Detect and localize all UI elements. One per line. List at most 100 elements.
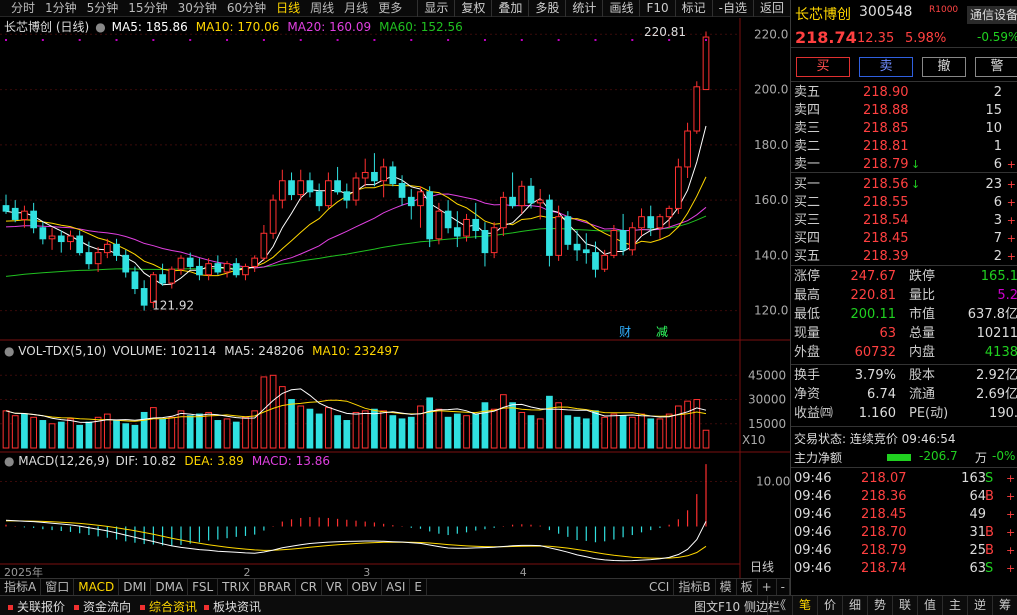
- period-tab[interactable]: 月线: [339, 1, 373, 16]
- indicator-tab[interactable]: OBV: [348, 579, 383, 595]
- order-book-row[interactable]: 卖五 218.90 2: [791, 84, 1017, 101]
- indicator-tab[interactable]: DMA: [151, 579, 189, 595]
- volume-bar: [463, 415, 470, 449]
- order-book-row[interactable]: 卖二 218.81 1: [791, 138, 1017, 155]
- indicator-tab[interactable]: TRIX: [218, 579, 255, 595]
- candle[interactable]: [269, 194, 277, 239]
- period-tab[interactable]: 周线: [305, 1, 339, 16]
- tab-related-quote[interactable]: 关联报价: [8, 598, 65, 615]
- candle[interactable]: [693, 81, 701, 134]
- order-book-row[interactable]: 买一 218.56 ↓ 23 +: [791, 176, 1017, 193]
- toolbar-button[interactable]: -自选: [711, 0, 753, 17]
- indicator-tab[interactable]: 指标B: [674, 579, 716, 595]
- indicator-tab[interactable]: CR: [296, 579, 322, 595]
- indicator-tab[interactable]: CCI: [645, 579, 675, 595]
- kline-chart[interactable]: 220.0 200.0 180.0 160.0 140.0 120.0 长芯博创 (日线) ●…: [0, 18, 790, 578]
- toolbar-button[interactable]: 叠加: [491, 0, 528, 17]
- quote-tab[interactable]: 势: [867, 596, 892, 615]
- volume-bar: [490, 408, 498, 449]
- period-tab[interactable]: 1分钟: [40, 1, 82, 16]
- volume-bar: [435, 408, 443, 449]
- volume-bar: [472, 413, 480, 449]
- period-tab[interactable]: 30分钟: [173, 1, 222, 16]
- indicator-tab[interactable]: MACD: [74, 579, 120, 595]
- level-label: 买四: [794, 231, 821, 246]
- toolbar-button[interactable]: 复权: [454, 0, 491, 17]
- stat-key: 收益㈣: [794, 406, 834, 421]
- period-tab[interactable]: 5分钟: [82, 1, 124, 16]
- alert-button[interactable]: 警: [975, 57, 1017, 77]
- date-label: 2: [243, 566, 250, 578]
- indicator-tab[interactable]: FSL: [188, 579, 219, 595]
- toolbar-button[interactable]: F10: [639, 0, 674, 17]
- tick-side: B: [985, 525, 994, 540]
- tick-price: 218.70: [861, 525, 907, 540]
- toolbar-button[interactable]: 画线: [602, 0, 639, 17]
- indicator-tab[interactable]: 指标A: [0, 579, 42, 595]
- quote-tab[interactable]: 主: [942, 596, 967, 615]
- indicator-tab[interactable]: -: [777, 579, 790, 595]
- order-book-row[interactable]: 卖四 218.88 15: [791, 102, 1017, 119]
- candle[interactable]: [546, 194, 553, 267]
- indicator-tab[interactable]: ASI: [382, 579, 411, 595]
- toolbar-button[interactable]: 统计: [565, 0, 602, 17]
- quote-tab[interactable]: 逆: [967, 596, 992, 615]
- candle[interactable]: [675, 158, 682, 214]
- level-price: 218.88: [863, 103, 909, 118]
- tab-capital-flow[interactable]: 资金流向: [74, 598, 131, 615]
- cancel-order-button[interactable]: 撤: [922, 57, 966, 77]
- period-tab[interactable]: 15分钟: [123, 1, 172, 16]
- tick-row: 09:46 218.74 63 S +: [791, 560, 1017, 578]
- stat-key: 股本: [909, 368, 936, 383]
- toolbar-button[interactable]: 多股: [528, 0, 565, 17]
- quote-tab[interactable]: 筹: [992, 596, 1017, 615]
- period-tab[interactable]: 更多: [373, 1, 407, 16]
- period-tab[interactable]: 60分钟: [222, 1, 271, 16]
- indicator-tab[interactable]: +: [758, 579, 777, 595]
- sell-button[interactable]: 卖: [859, 57, 913, 77]
- indicator-tab[interactable]: 窗口: [41, 579, 75, 595]
- quote-header: 长芯博创 300548 R1000 通信设备 -0.59% 218.74 12.…: [791, 0, 1017, 48]
- indicator-tab[interactable]: 模: [716, 579, 737, 595]
- candle[interactable]: [564, 211, 572, 250]
- quote-tab[interactable]: 价: [817, 596, 842, 615]
- event-dot: [631, 39, 634, 41]
- period-tab[interactable]: 分时: [6, 1, 40, 16]
- quote-tab[interactable]: 笔: [792, 596, 817, 615]
- indicator-tab[interactable]: DMI: [119, 579, 152, 595]
- sector-badge[interactable]: 通信设备: [967, 6, 1017, 24]
- toolbar-button[interactable]: 显示: [417, 0, 454, 17]
- quote-tab[interactable]: 《: [767, 596, 792, 615]
- candle[interactable]: [426, 186, 434, 248]
- quote-tab[interactable]: 细: [842, 596, 867, 615]
- order-book-row[interactable]: 买五 218.39 2 +: [791, 248, 1017, 265]
- buy-button[interactable]: 买: [796, 57, 850, 77]
- plus-icon: +: [1006, 544, 1016, 557]
- indicator-tab[interactable]: 板: [737, 579, 758, 595]
- volume-bar: [113, 420, 120, 449]
- quote-tab[interactable]: 值: [917, 596, 942, 615]
- candle[interactable]: [490, 222, 498, 259]
- indicator-tab[interactable]: E: [410, 579, 428, 595]
- order-book-row[interactable]: 卖三 218.85 10: [791, 120, 1017, 137]
- indicator-tab[interactable]: VR: [322, 579, 348, 595]
- tab-sector-news[interactable]: 板块资讯: [204, 598, 261, 615]
- period-tab[interactable]: 日线: [271, 1, 305, 16]
- reduction-marker[interactable]: 减: [656, 325, 668, 339]
- order-book-row[interactable]: 买二 218.55 6 +: [791, 194, 1017, 211]
- order-book-row[interactable]: 买三 218.54 3 +: [791, 212, 1017, 229]
- level-price: 218.90: [863, 85, 909, 100]
- volume-bar: [150, 407, 157, 449]
- volume-unit: X10: [742, 433, 766, 447]
- event-dot: [594, 39, 597, 41]
- order-book-row[interactable]: 卖一 218.79 ↓ 6 +: [791, 156, 1017, 173]
- quote-tab[interactable]: 联: [892, 596, 917, 615]
- toolbar-button[interactable]: 返回: [752, 0, 790, 17]
- toolbar-button[interactable]: 标记: [674, 0, 712, 17]
- earnings-marker[interactable]: 财: [619, 325, 631, 339]
- tab-comprehensive-news[interactable]: 综合资讯: [140, 598, 197, 615]
- event-dot: [520, 39, 523, 41]
- price-tick-label: 200.0: [754, 83, 788, 97]
- indicator-tab[interactable]: BRAR: [255, 579, 297, 595]
- order-book-row[interactable]: 买四 218.45 7 +: [791, 230, 1017, 247]
